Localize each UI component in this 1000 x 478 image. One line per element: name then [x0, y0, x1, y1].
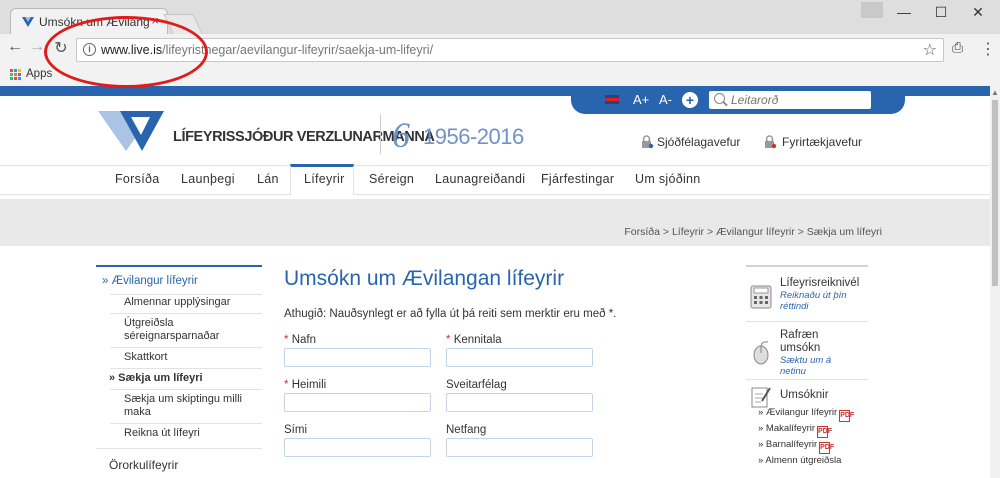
- mouse-icon: [753, 341, 769, 365]
- left-menu-divider: [110, 389, 262, 390]
- nav-item-lan[interactable]: Lán: [257, 172, 279, 186]
- page-title: Umsókn um Ævilangan lífeyrir: [284, 267, 565, 290]
- calculator-subtitle[interactable]: Reiknaðu út þín réttindi: [780, 290, 864, 312]
- required-note: Athugið: Nauðsynlegt er að fylla út þá r…: [284, 308, 617, 320]
- logo-divider: [380, 114, 381, 154]
- left-menu-divider: [110, 294, 262, 295]
- members-portal-link[interactable]: Sjóðfélagavefur: [657, 135, 740, 149]
- browser-menu-icon[interactable]: ⋮: [980, 39, 996, 59]
- pdf-icon[interactable]: PDF: [817, 426, 832, 438]
- bookmark-star-icon[interactable]: ☆: [923, 40, 937, 60]
- add-circle-icon[interactable]: +: [682, 92, 698, 108]
- sveitarfelag-input[interactable]: [446, 393, 593, 412]
- nav-item-um-sjodinn[interactable]: Um sjóðinn: [635, 172, 701, 186]
- pdf-icon[interactable]: PDF: [819, 442, 834, 454]
- breadcrumb[interactable]: Forsíða > Lífeyrir > Ævilangur lífeyrir …: [624, 226, 882, 238]
- left-menu-section[interactable]: » Ævilangur lífeyrir: [102, 275, 198, 288]
- font-smaller-button[interactable]: A-: [659, 92, 672, 107]
- label-nafn: * Nafn: [284, 334, 316, 346]
- heimili-input[interactable]: [284, 393, 431, 412]
- label-netfang: Netfang: [446, 424, 487, 436]
- left-menu-item-skipting[interactable]: Sækja um skiptingu milli maka: [124, 393, 254, 419]
- online-application-subtitle[interactable]: Sæktu um á netinu: [780, 355, 850, 377]
- right-sidebar-topline: [746, 265, 868, 267]
- left-menu-divider: [96, 448, 262, 449]
- label-heimili: * Heimili: [284, 379, 327, 391]
- maximize-button[interactable]: ☐: [927, 2, 955, 22]
- companies-portal-link[interactable]: Fyrirtækjavefur: [782, 135, 862, 149]
- back-arrow-icon[interactable]: ←: [4, 38, 26, 56]
- page-scrollbar[interactable]: ▲: [990, 86, 1000, 478]
- right-sidebar-divider: [746, 321, 868, 322]
- label-sveitarfelag: Sveitarfélag: [446, 379, 507, 391]
- search-icon: [714, 93, 725, 104]
- nav-item-launthegi[interactable]: Launþegi: [181, 172, 235, 186]
- form-link-almenn[interactable]: » Almenn útgreiðsla: [758, 455, 841, 466]
- utility-bar: A+ A- +: [571, 86, 905, 114]
- site-favicon-icon: [22, 17, 34, 27]
- label-kennitala: * Kennitala: [446, 334, 502, 346]
- form-link-barnalifeyrir[interactable]: » Barnalífeyrir PDF: [758, 439, 834, 454]
- annotation-ellipse: [44, 16, 208, 88]
- font-larger-button[interactable]: A+: [633, 92, 649, 107]
- nafn-input[interactable]: [284, 348, 431, 367]
- form-link-makalifeyrir[interactable]: » Makalífeyrir PDF: [758, 423, 832, 438]
- scroll-thumb[interactable]: [992, 100, 998, 286]
- search-input[interactable]: [731, 92, 861, 108]
- bookmark-apps[interactable]: Apps: [26, 68, 52, 80]
- anniversary-years: 1956-2016: [423, 124, 524, 149]
- site-search[interactable]: [709, 91, 871, 109]
- anniversary-mark: 6: [392, 115, 410, 155]
- left-menu-item-utgreidsla[interactable]: Útgreiðsla séreignarsparnaðar: [124, 317, 244, 343]
- simi-input[interactable]: [284, 438, 431, 457]
- logo-icon[interactable]: [98, 111, 164, 151]
- lock-person-icon: [642, 135, 654, 149]
- left-menu-item-almennar[interactable]: Almennar upplýsingar: [124, 296, 230, 309]
- lock-building-icon: [765, 135, 777, 149]
- english-flag-icon[interactable]: [605, 95, 619, 104]
- left-menu-item-reikna[interactable]: Reikna út lífeyri: [124, 427, 200, 440]
- left-menu-topline: [96, 265, 262, 267]
- right-sidebar-divider: [746, 379, 868, 380]
- calculator-icon: [750, 285, 772, 309]
- form-link-aevilangur[interactable]: » Ævilangur lífeyrir PDF: [758, 407, 854, 422]
- left-menu-divider: [110, 368, 262, 369]
- netfang-input[interactable]: [446, 438, 593, 457]
- document-pen-icon: [751, 387, 771, 408]
- left-menu-divider: [110, 423, 262, 424]
- breadcrumb-band: Forsíða > Lífeyrir > Ævilangur lífeyrir …: [0, 199, 990, 246]
- left-menu-item-saekja-active[interactable]: » Sækja um lífeyri: [109, 372, 203, 385]
- left-menu-section-ororka[interactable]: Örorkulífeyrir: [109, 459, 178, 472]
- extension-icon[interactable]: ⎙: [952, 39, 963, 56]
- nav-item-launagreidandi[interactable]: Launagreiðandi: [435, 172, 525, 186]
- nav-item-forsida[interactable]: Forsíða: [115, 172, 159, 186]
- applications-title: Umsóknir: [780, 389, 829, 401]
- minimize-button[interactable]: —: [890, 2, 918, 22]
- close-window-button[interactable]: ✕: [964, 2, 992, 22]
- label-simi: Sími: [284, 424, 307, 436]
- left-menu-item-skattkort[interactable]: Skattkort: [124, 351, 167, 364]
- profile-icon[interactable]: [861, 2, 883, 18]
- scroll-up-arrow-icon[interactable]: ▲: [990, 88, 1000, 97]
- pdf-icon[interactable]: PDF: [839, 410, 854, 422]
- apps-grid-icon[interactable]: [10, 69, 22, 81]
- nav-item-fjarfestingar[interactable]: Fjárfestingar: [541, 172, 614, 186]
- kennitala-input[interactable]: [446, 348, 593, 367]
- web-page: A+ A- + LÍFEYRISSJÓÐUR VERZLUNARMANNA 6 …: [0, 86, 990, 478]
- online-application-title[interactable]: Rafræn umsókn: [780, 329, 850, 355]
- main-navigation: Forsíða Launþegi Lán Lífeyrir Séreign La…: [0, 164, 990, 195]
- left-menu-divider: [110, 313, 262, 314]
- left-menu-divider: [110, 347, 262, 348]
- nav-item-sereign[interactable]: Séreign: [369, 172, 414, 186]
- calculator-title[interactable]: Lífeyrisreiknivél: [780, 277, 859, 290]
- nav-item-lifeyrir[interactable]: Lífeyrir: [304, 172, 345, 186]
